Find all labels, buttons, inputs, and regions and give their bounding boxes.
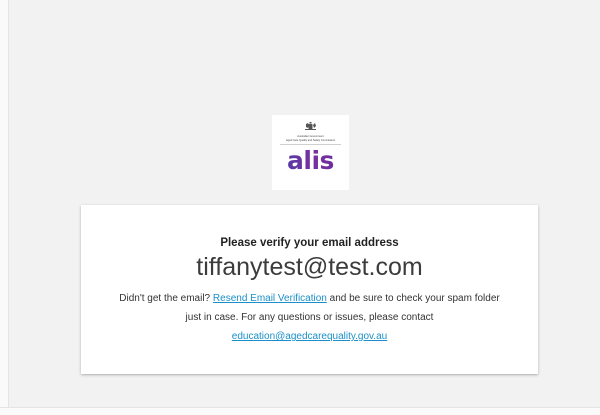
verify-heading: Please verify your email address <box>220 237 399 249</box>
alis-logo: Australian Government Aged Care Quality … <box>272 115 349 190</box>
resend-verification-link[interactable]: Resend Email Verification <box>213 293 327 304</box>
user-email-address: tiffanytest@test.com <box>196 253 423 281</box>
instructions-text-1: Didn't get the email? <box>119 293 213 304</box>
verify-instructions: Didn't get the email? Resend Email Verif… <box>111 289 508 346</box>
verify-email-card: Please verify your email address tiffany… <box>81 205 538 374</box>
contact-email-link[interactable]: education@agedcarequality.gov.au <box>232 331 387 342</box>
commission-label: Aged Care Quality and Safety Commission <box>285 138 336 142</box>
logo-divider <box>280 144 341 145</box>
coat-of-arms-icon <box>305 122 316 130</box>
window-frame-left <box>0 0 9 414</box>
alis-wordmark: alis <box>272 146 349 176</box>
